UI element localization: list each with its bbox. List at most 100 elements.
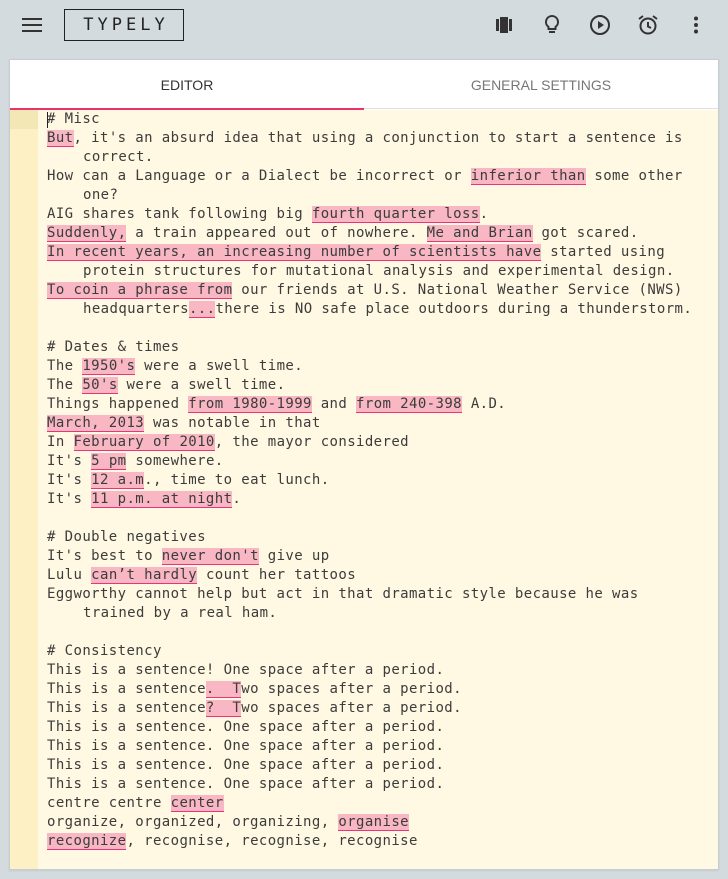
text-editor[interactable]: # Misc But, it's an absurd idea that usin… — [10, 110, 718, 869]
suggestion-highlight[interactable]: Me and Brian — [426, 225, 533, 242]
suggestion-highlight[interactable]: March, 2013 — [47, 415, 145, 432]
editor-content[interactable]: # Misc But, it's an absurd idea that usin… — [47, 110, 707, 851]
suggestion-highlight[interactable]: In recent years, an increasing number of… — [47, 244, 542, 261]
editor-line[interactable]: It's 12 a.m., time to eat lunch. — [47, 471, 707, 490]
editor-line[interactable]: The 50's were a swell time. — [47, 376, 707, 395]
editor-line[interactable]: It's best to never don't give up — [47, 547, 707, 566]
editor-line[interactable]: It's 5 pm somewhere. — [47, 452, 707, 471]
suggestion-highlight[interactable]: February of 2010 — [73, 434, 215, 451]
editor-line[interactable]: headquarters...there is NO safe place ou… — [47, 300, 707, 319]
editor-line[interactable] — [47, 623, 707, 642]
text-segment: This is a sentence. One space after a pe… — [47, 757, 445, 773]
suggestion-highlight[interactable]: But — [47, 130, 74, 147]
play-circle-icon[interactable] — [588, 13, 612, 37]
suggestion-highlight[interactable]: 50's — [82, 377, 118, 394]
editor-line[interactable] — [47, 509, 707, 528]
editor-line[interactable]: protein structures for mutational analys… — [47, 262, 707, 281]
alarm-icon[interactable] — [636, 13, 660, 37]
editor-line[interactable]: one? — [47, 186, 707, 205]
text-segment: This is a sentence — [47, 700, 206, 716]
editor-line[interactable]: correct. — [47, 148, 707, 167]
app-logo[interactable]: TYPELY — [64, 9, 184, 41]
suggestion-highlight[interactable]: 1950's — [82, 358, 136, 375]
suggestion-highlight[interactable]: from 240-398 — [356, 396, 462, 413]
text-segment: protein structures for mutational analys… — [83, 263, 675, 279]
editor-line[interactable]: It's 11 p.m. at night. — [47, 490, 707, 509]
suggestion-highlight[interactable]: center — [170, 795, 224, 812]
suggestion-highlight[interactable]: from 1980-1999 — [188, 396, 312, 413]
text-segment: Lulu — [47, 567, 92, 583]
suggestion-highlight[interactable]: Suddenly, — [47, 225, 127, 242]
editor-line[interactable]: Things happened from 1980-1999 and from … — [47, 395, 707, 414]
text-segment: In — [47, 434, 74, 450]
editor-line[interactable]: This is a sentence! One space after a pe… — [47, 661, 707, 680]
editor-line[interactable]: But, it's an absurd idea that using a co… — [47, 129, 707, 148]
editor-line[interactable]: This is a sentence. One space after a pe… — [47, 756, 707, 775]
top-bar: TYPELY — [0, 0, 728, 50]
editor-line[interactable]: In February of 2010, the mayor considere… — [47, 433, 707, 452]
text-segment: This is a sentence. One space after a pe… — [47, 738, 445, 754]
suggestion-highlight[interactable]: To coin a phrase from — [47, 282, 233, 299]
suggestion-highlight[interactable]: ? T — [205, 700, 242, 717]
editor-line[interactable] — [47, 319, 707, 338]
editor-line[interactable]: This is a sentence. One space after a pe… — [47, 718, 707, 737]
text-segment: our friends at U.S. National Weather Ser… — [232, 282, 683, 298]
lightbulb-icon[interactable] — [540, 13, 564, 37]
suggestion-highlight[interactable]: 11 p.m. at night — [91, 491, 233, 508]
editor-line[interactable]: This is a sentence. One space after a pe… — [47, 775, 707, 794]
text-segment: This is a sentence. One space after a pe… — [47, 719, 445, 735]
text-segment: one? — [83, 187, 119, 203]
suggestion-highlight[interactable]: 12 a.m — [91, 472, 145, 489]
suggestion-highlight[interactable]: 5 pm — [91, 453, 127, 470]
suggestion-highlight[interactable]: ... — [188, 301, 216, 318]
editor-line[interactable]: # Double negatives — [47, 528, 707, 547]
editor-line[interactable]: centre centre center — [47, 794, 707, 813]
text-segment: started using — [541, 244, 666, 260]
editor-line[interactable]: # Misc — [47, 110, 707, 129]
editor-line[interactable]: March, 2013 was notable in that — [47, 414, 707, 433]
editor-line[interactable]: Eggworthy cannot help but act in that dr… — [47, 585, 707, 604]
editor-line[interactable]: # Dates & times — [47, 338, 707, 357]
editor-line[interactable]: organize, organized, organizing, organis… — [47, 813, 707, 832]
editor-line[interactable]: To coin a phrase from our friends at U.S… — [47, 281, 707, 300]
text-segment: # Dates & times — [47, 339, 180, 355]
editor-line[interactable]: Lulu can’t hardly count her tattoos — [47, 566, 707, 585]
editor-line[interactable]: This is a sentence? Two spaces after a p… — [47, 699, 707, 718]
text-segment: . — [232, 491, 242, 507]
suggestion-highlight[interactable]: inferior than — [470, 168, 586, 185]
tab-editor[interactable]: EDITOR — [10, 60, 364, 110]
suggestion-highlight[interactable]: can’t hardly — [91, 567, 198, 584]
editor-line[interactable]: AIG shares tank following big fourth qua… — [47, 205, 707, 224]
text-segment: ., time to eat lunch. — [144, 472, 330, 488]
text-segment: somewhere. — [126, 453, 224, 469]
suggestion-highlight[interactable]: recognize — [47, 833, 127, 850]
text-segment: got scared. — [532, 225, 639, 241]
text-segment: were a swell time. — [117, 377, 286, 393]
tab-general-settings[interactable]: GENERAL SETTINGS — [364, 60, 718, 109]
text-segment: , it's an absurd idea that using a conju… — [73, 130, 683, 146]
editor-line[interactable]: trained by a real ham. — [47, 604, 707, 623]
more-vert-icon[interactable] — [684, 13, 708, 37]
text-segment: This is a sentence — [47, 681, 206, 697]
text-segment: trained by a real ham. — [83, 605, 278, 621]
suggestion-highlight[interactable]: . T — [205, 681, 242, 698]
text-segment: some other — [585, 168, 683, 184]
text-segment: The — [47, 358, 83, 374]
text-segment: centre centre — [47, 795, 171, 811]
editor-line[interactable]: # Consistency — [47, 642, 707, 661]
editor-line[interactable]: How can a Language or a Dialect be incor… — [47, 167, 707, 186]
book-icon[interactable] — [492, 13, 516, 37]
suggestion-highlight[interactable]: fourth quarter loss — [311, 206, 480, 223]
editor-line[interactable]: This is a sentence. One space after a pe… — [47, 737, 707, 756]
editor-line[interactable]: This is a sentence. Two spaces after a p… — [47, 680, 707, 699]
menu-icon[interactable] — [20, 14, 44, 36]
text-segment: The — [47, 377, 83, 393]
editor-line[interactable]: Suddenly, a train appeared out of nowher… — [47, 224, 707, 243]
active-line-marker — [10, 110, 38, 129]
editor-line[interactable]: The 1950's were a swell time. — [47, 357, 707, 376]
suggestion-highlight[interactable]: never don't — [161, 548, 259, 565]
suggestion-highlight[interactable]: organise — [338, 814, 409, 831]
text-segment: correct. — [83, 149, 154, 165]
editor-line[interactable]: In recent years, an increasing number of… — [47, 243, 707, 262]
editor-line[interactable]: recognize, recognise, recognise, recogni… — [47, 832, 707, 851]
